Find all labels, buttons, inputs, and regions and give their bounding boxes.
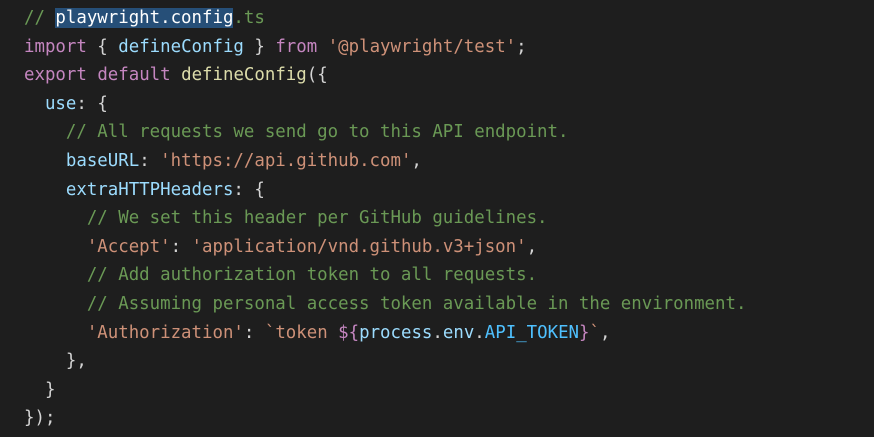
code-line[interactable]: // Assuming personal access token availa… <box>24 290 747 319</box>
code-token: ; <box>516 36 527 57</box>
code-token: 'application/vnd.github.v3+json' <box>191 236 527 257</box>
code-token: extraHTTPHeaders <box>65 179 234 200</box>
code-line[interactable]: } <box>24 376 746 405</box>
code-line[interactable]: export default defineConfig({ <box>24 61 746 90</box>
code-token: } <box>243 36 276 57</box>
code-token: . <box>474 322 485 343</box>
code-line[interactable]: }); <box>24 404 746 433</box>
code-token: . <box>432 322 443 343</box>
code-line[interactable]: baseURL: 'https://api.github.com', <box>24 147 746 176</box>
code-token: : <box>170 236 192 257</box>
code-token: default <box>97 65 171 86</box>
code-token: `token <box>264 322 339 343</box>
code-line[interactable]: // All requests we send go to this API e… <box>24 118 746 147</box>
code-line[interactable]: // Add authorization token to all reques… <box>24 261 746 290</box>
code-token: '@playwright/test' <box>327 36 517 57</box>
code-token: , <box>411 150 422 171</box>
code-token: 'Authorization' <box>86 322 244 343</box>
code-token: , <box>526 236 538 257</box>
code-line[interactable]: 'Authorization': `token ${process.env.AP… <box>24 319 746 348</box>
code-token: : { <box>233 179 265 200</box>
code-line[interactable]: import { defineConfig } from '@playwrigh… <box>24 33 746 62</box>
code-line[interactable]: use: { <box>24 90 746 119</box>
code-token: process <box>359 322 433 343</box>
code-token: // All requests we send go to this API e… <box>65 122 569 143</box>
code-token: : <box>139 150 161 171</box>
code-token: } <box>579 322 590 343</box>
code-token: ${ <box>338 322 360 343</box>
code-token: .ts <box>233 8 265 28</box>
code-line[interactable]: // We set this header per GitHub guideli… <box>24 204 746 233</box>
code-token: ` <box>589 322 600 343</box>
code-token: defineConfig <box>118 36 244 57</box>
code-line[interactable]: extraHTTPHeaders: { <box>24 176 746 205</box>
code-content[interactable]: // playwright.config.ts import { defineCo… <box>24 4 746 433</box>
code-token: 'https://api.github.com' <box>160 150 412 171</box>
code-token: API_TOKEN <box>484 322 580 343</box>
code-token: ({ <box>306 65 328 86</box>
code-line[interactable]: // playwright.config.ts <box>24 4 746 33</box>
selected-text: playwright.config <box>55 8 234 28</box>
code-token: }); <box>24 408 56 429</box>
code-token: from <box>275 36 318 57</box>
code-token: : <box>243 322 265 343</box>
code-token: // Assuming personal access token availa… <box>86 293 747 314</box>
code-token: } <box>24 379 56 400</box>
code-token: import <box>24 36 87 57</box>
code-token: baseURL <box>65 150 140 171</box>
code-token: 'Accept' <box>86 236 171 257</box>
code-token: // Add authorization token to all reques… <box>86 265 538 286</box>
code-line[interactable]: }, <box>24 347 746 376</box>
code-token: // <box>24 8 56 28</box>
code-token: { <box>86 36 119 57</box>
code-token: export <box>24 65 87 86</box>
code-token: use <box>44 93 77 114</box>
code-token: defineConfig <box>181 65 307 86</box>
code-token: }, <box>24 351 87 372</box>
code-token: // We set this header per GitHub guideli… <box>86 208 548 229</box>
code-token: env <box>442 322 475 343</box>
code-token: , <box>599 322 611 343</box>
code-token: : { <box>76 93 108 114</box>
code-line[interactable]: 'Accept': 'application/vnd.github.v3+jso… <box>24 233 746 262</box>
code-editor[interactable]: // playwright.config.ts import { defineCo… <box>0 0 874 437</box>
